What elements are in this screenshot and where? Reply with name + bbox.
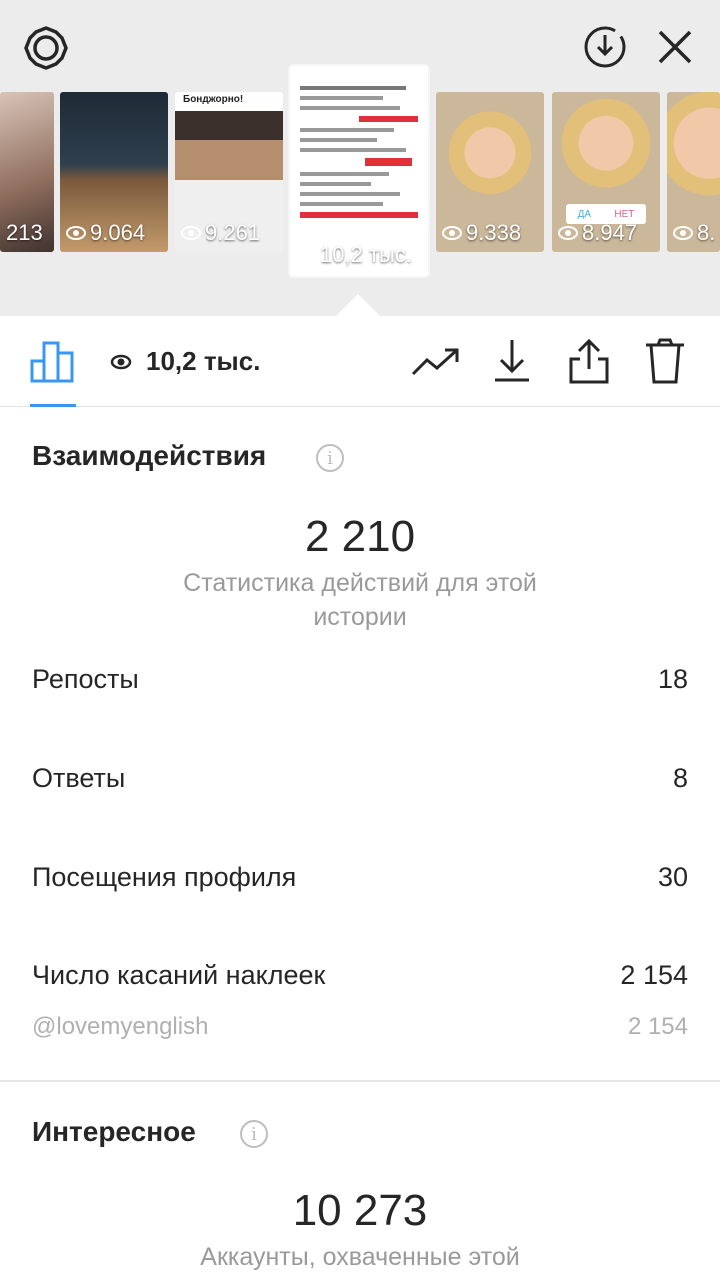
- stat-label: Репосты: [32, 664, 139, 694]
- thumbnail-views: 9.064: [66, 220, 145, 246]
- story-thumbnails: 213 9.064 Бонджорно! 9.261 10,2 тыс. 9.3…: [0, 66, 720, 282]
- eye-icon: [673, 226, 693, 240]
- eye-icon: [558, 226, 578, 240]
- download-story-button[interactable]: [582, 24, 628, 70]
- thumbnail-views: 9.338: [442, 220, 521, 246]
- stat-label: @lovemyenglish: [32, 1013, 209, 1040]
- stat-row-sticker-mention[interactable]: @lovemyenglish 2 154: [32, 1013, 688, 1041]
- trash-icon: [646, 338, 684, 384]
- thumbnail-caption: Бонджорно!: [183, 94, 244, 105]
- download-circle-icon: [584, 26, 626, 68]
- eye-icon: [66, 226, 86, 240]
- share-icon: [569, 338, 609, 384]
- story-thumbnail[interactable]: 9.338: [436, 92, 544, 252]
- interactions-subtitle: Статистика действий для этой истории: [183, 569, 537, 631]
- tab-active-indicator: [30, 404, 76, 407]
- story-thumbnail[interactable]: 9.064: [60, 92, 168, 252]
- eye-icon: [442, 226, 462, 240]
- thumbnail-views: 9.261: [181, 220, 260, 246]
- share-button[interactable]: [566, 336, 612, 386]
- story-toolbar: 10,2 тыс.: [0, 316, 720, 407]
- close-button[interactable]: [654, 26, 696, 68]
- selected-pointer: [334, 294, 382, 318]
- stat-label: Посещения профиля: [32, 862, 297, 892]
- settings-button[interactable]: [22, 24, 70, 72]
- discovery-subtitle: Аккаунты, охваченные этой: [200, 1243, 520, 1271]
- interactions-total: 2 210: [304, 512, 416, 561]
- save-button[interactable]: [490, 336, 534, 386]
- eye-icon: [296, 248, 316, 262]
- story-thumbnail[interactable]: ДА НЕТ 8.947: [552, 92, 660, 252]
- section-divider: [0, 1080, 720, 1082]
- stat-value: 2 154: [627, 1013, 688, 1040]
- stat-value: 18: [657, 664, 688, 694]
- poll-no: НЕТ: [614, 208, 635, 220]
- tab-statistics[interactable]: [28, 336, 78, 386]
- story-thumbnail[interactable]: 213: [0, 92, 54, 252]
- story-thumbnail-selected[interactable]: 10,2 тыс.: [290, 66, 428, 276]
- views-count-label: 10,2 тыс.: [146, 346, 261, 376]
- stat-label: Ответы: [32, 763, 126, 793]
- story-thumbnail[interactable]: 8.: [667, 92, 720, 252]
- trend-icon: [411, 348, 459, 376]
- discovery-total: 10 273: [292, 1186, 428, 1235]
- discovery-title: Интересное: [32, 1116, 196, 1147]
- views-count: 10,2 тыс.: [110, 346, 260, 377]
- thumbnail-views: 8.: [673, 220, 715, 246]
- stat-row-replies: Ответы 8: [32, 763, 688, 794]
- promote-button[interactable]: [410, 342, 462, 382]
- close-icon: [658, 30, 692, 64]
- stat-row-sticker-taps: Число касаний наклеек 2 154: [32, 960, 688, 991]
- thumbnail-views: 10,2 тыс.: [296, 242, 412, 268]
- stat-row-reposts: Репосты 18: [32, 664, 688, 695]
- thumbnail-text-lines: [300, 80, 418, 224]
- stat-row-profile-visits: Посещения профиля 30: [32, 862, 688, 893]
- download-icon: [495, 340, 529, 382]
- thumbnail-views: 213: [6, 220, 43, 245]
- stat-label: Число касаний наклеек: [32, 960, 326, 990]
- stat-value: 2 154: [620, 960, 688, 990]
- story-carousel-area: 213 9.064 Бонджорно! 9.261 10,2 тыс. 9.3…: [0, 0, 720, 318]
- story-thumbnail[interactable]: Бонджорно! 9.261: [175, 92, 283, 252]
- stat-value: 30: [657, 862, 688, 892]
- gear-icon: [24, 26, 68, 70]
- bar-chart-icon: [30, 341, 74, 383]
- info-icon[interactable]: i: [316, 444, 344, 472]
- eye-icon: [181, 226, 201, 240]
- info-icon[interactable]: i: [240, 1120, 268, 1148]
- stat-value: 8: [672, 763, 688, 793]
- thumbnail-views: 8.947: [558, 220, 637, 246]
- interactions-title: Взаимодействия: [32, 440, 267, 471]
- eye-icon: [110, 354, 132, 369]
- delete-button[interactable]: [642, 336, 688, 386]
- poll-yes: ДА: [577, 208, 592, 220]
